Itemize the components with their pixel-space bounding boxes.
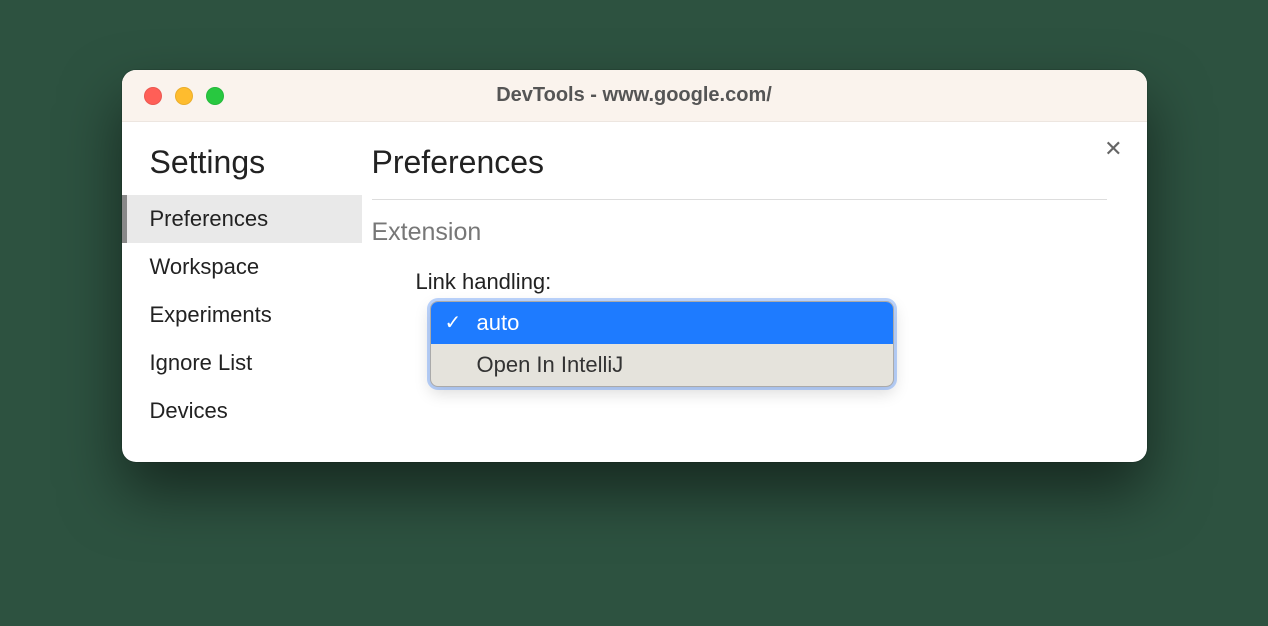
- settings-sidebar: Settings Preferences Workspace Experimen…: [122, 122, 362, 462]
- sidebar-item-workspace[interactable]: Workspace: [122, 243, 362, 291]
- section-title: Extension: [372, 218, 1107, 247]
- link-handling-label: Link handling:: [372, 269, 1107, 295]
- sidebar-items: Preferences Workspace Experiments Ignore…: [122, 195, 362, 435]
- sidebar-item-experiments[interactable]: Experiments: [122, 291, 362, 339]
- sidebar-item-label: Devices: [150, 398, 228, 423]
- sidebar-item-label: Ignore List: [150, 350, 253, 375]
- sidebar-item-label: Experiments: [150, 302, 272, 327]
- panel-title: Preferences: [372, 144, 1107, 200]
- window-titlebar: DevTools - www.google.com/: [122, 70, 1147, 122]
- preferences-panel: Preferences Extension Link handling: ✓ a…: [362, 122, 1147, 462]
- link-handling-dropdown[interactable]: ✓ auto Open In IntelliJ: [430, 301, 894, 387]
- minimize-window-button[interactable]: [175, 87, 193, 105]
- sidebar-item-preferences[interactable]: Preferences: [122, 195, 362, 243]
- sidebar-item-ignore-list[interactable]: Ignore List: [122, 339, 362, 387]
- window-title: DevTools - www.google.com/: [122, 84, 1147, 107]
- close-window-button[interactable]: [144, 87, 162, 105]
- sidebar-title: Settings: [122, 144, 362, 181]
- dropdown-option-open-in-intellij[interactable]: Open In IntelliJ: [431, 344, 893, 386]
- dropdown-option-auto[interactable]: ✓ auto: [431, 302, 893, 344]
- sidebar-item-devices[interactable]: Devices: [122, 387, 362, 435]
- maximize-window-button[interactable]: [206, 87, 224, 105]
- settings-content: ✕ Settings Preferences Workspace Experim…: [122, 122, 1147, 462]
- sidebar-item-label: Preferences: [150, 206, 269, 231]
- dropdown-option-label: auto: [477, 310, 520, 335]
- devtools-window: DevTools - www.google.com/ ✕ Settings Pr…: [122, 70, 1147, 462]
- traffic-lights: [144, 87, 224, 105]
- sidebar-item-label: Workspace: [150, 254, 260, 279]
- dropdown-option-label: Open In IntelliJ: [477, 352, 624, 377]
- check-icon: ✓: [445, 310, 462, 335]
